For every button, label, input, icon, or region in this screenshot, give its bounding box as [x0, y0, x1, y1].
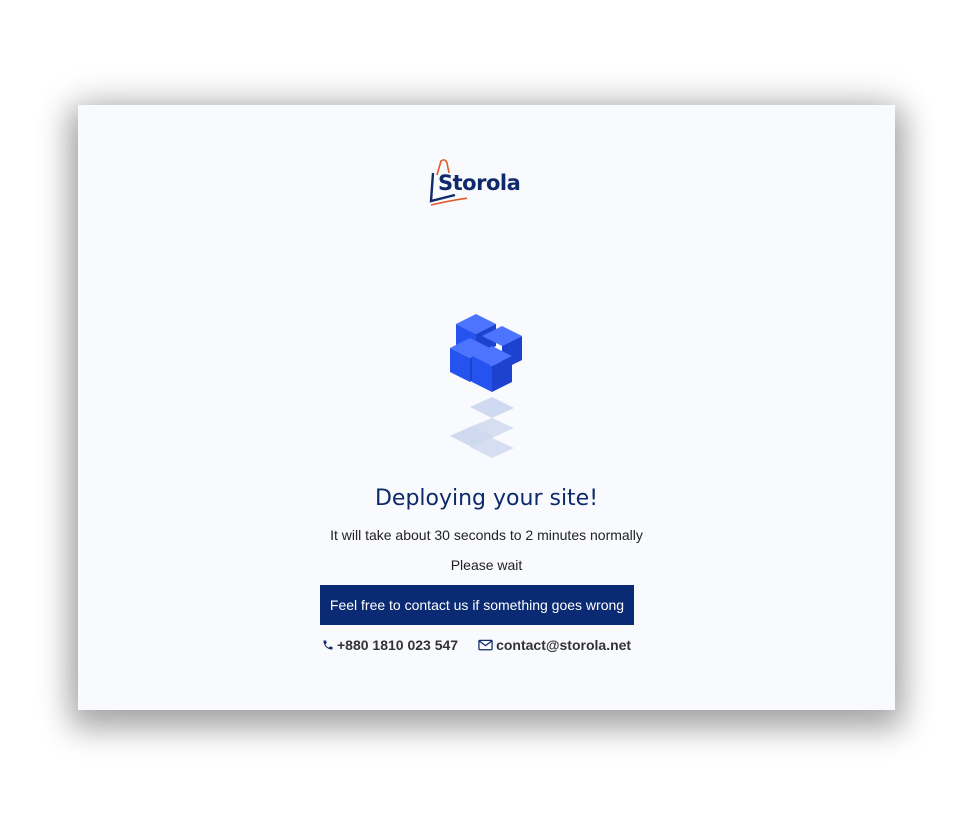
- email-link[interactable]: contact@storola.net: [478, 637, 631, 653]
- contact-banner: Feel free to contact us if something goe…: [320, 585, 634, 625]
- wait-message: Please wait: [450, 557, 523, 573]
- stacked-cubes-icon: [450, 314, 522, 458]
- envelope-icon: [478, 639, 493, 651]
- deploy-card: Storola Deploying your site! It will tak…: [78, 105, 895, 710]
- brand-name: Storola: [438, 171, 521, 195]
- email-address: contact@storola.net: [496, 637, 632, 653]
- contact-info: +880 1810 023 547 contact@storola.net: [322, 637, 631, 653]
- phone-icon: [323, 640, 333, 650]
- phone-number: +880 1810 023 547: [337, 637, 459, 653]
- status-subtitle: It will take about 30 seconds to 2 minut…: [330, 527, 643, 543]
- phone-link[interactable]: +880 1810 023 547: [322, 637, 458, 653]
- page-title: Deploying your site!: [374, 486, 599, 511]
- storola-logo: Storola: [427, 159, 527, 207]
